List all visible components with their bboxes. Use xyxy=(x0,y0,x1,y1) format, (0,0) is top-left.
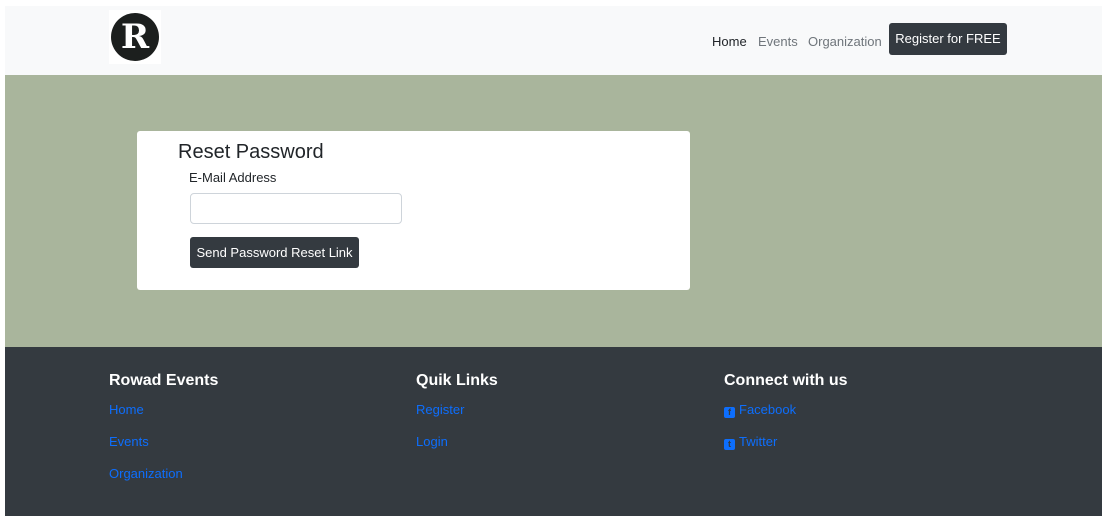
footer-column-quick-links: Quik Links Register Login xyxy=(416,372,498,466)
register-button[interactable]: Register for FREE xyxy=(889,23,1007,55)
nav-link-events[interactable]: Events xyxy=(758,34,798,49)
logo-container[interactable]: R xyxy=(109,10,161,64)
twitter-label: Twitter xyxy=(739,434,778,449)
footer-link-register[interactable]: Register xyxy=(416,402,498,434)
facebook-icon: f xyxy=(724,407,735,418)
footer-link-login[interactable]: Login xyxy=(416,434,498,466)
reset-password-card: Reset Password E-Mail Address Send Passw… xyxy=(137,131,690,290)
facebook-label: Facebook xyxy=(739,402,797,417)
footer-link-home[interactable]: Home xyxy=(109,402,218,434)
logo-icon: R xyxy=(111,13,159,61)
footer-link-organization[interactable]: Organization xyxy=(109,466,218,498)
footer: Rowad Events Home Events Organization Qu… xyxy=(5,347,1102,516)
footer-heading: Connect with us xyxy=(724,372,848,389)
email-field[interactable] xyxy=(190,193,402,224)
footer-heading: Quik Links xyxy=(416,372,498,389)
nav-link-home[interactable]: Home xyxy=(712,34,747,49)
footer-link-twitter[interactable]: t Twitter xyxy=(724,434,848,466)
logo-letter: R xyxy=(120,17,150,57)
navbar: R Home Events Organization Register for … xyxy=(5,6,1102,75)
footer-link-events[interactable]: Events xyxy=(109,434,218,466)
page-title: Reset Password xyxy=(178,141,324,163)
email-label: E-Mail Address xyxy=(189,170,277,185)
footer-heading: Rowad Events xyxy=(109,372,219,389)
hero-section: Reset Password E-Mail Address Send Passw… xyxy=(5,75,1102,347)
nav-link-organization[interactable]: Organization xyxy=(808,34,882,49)
footer-column-rowad-events: Rowad Events Home Events Organization xyxy=(109,372,218,498)
send-reset-link-button[interactable]: Send Password Reset Link xyxy=(190,237,359,268)
twitter-icon: t xyxy=(724,439,735,450)
footer-column-connect: Connect with us f Facebook t Twitter xyxy=(724,372,848,466)
footer-link-facebook[interactable]: f Facebook xyxy=(724,402,848,434)
